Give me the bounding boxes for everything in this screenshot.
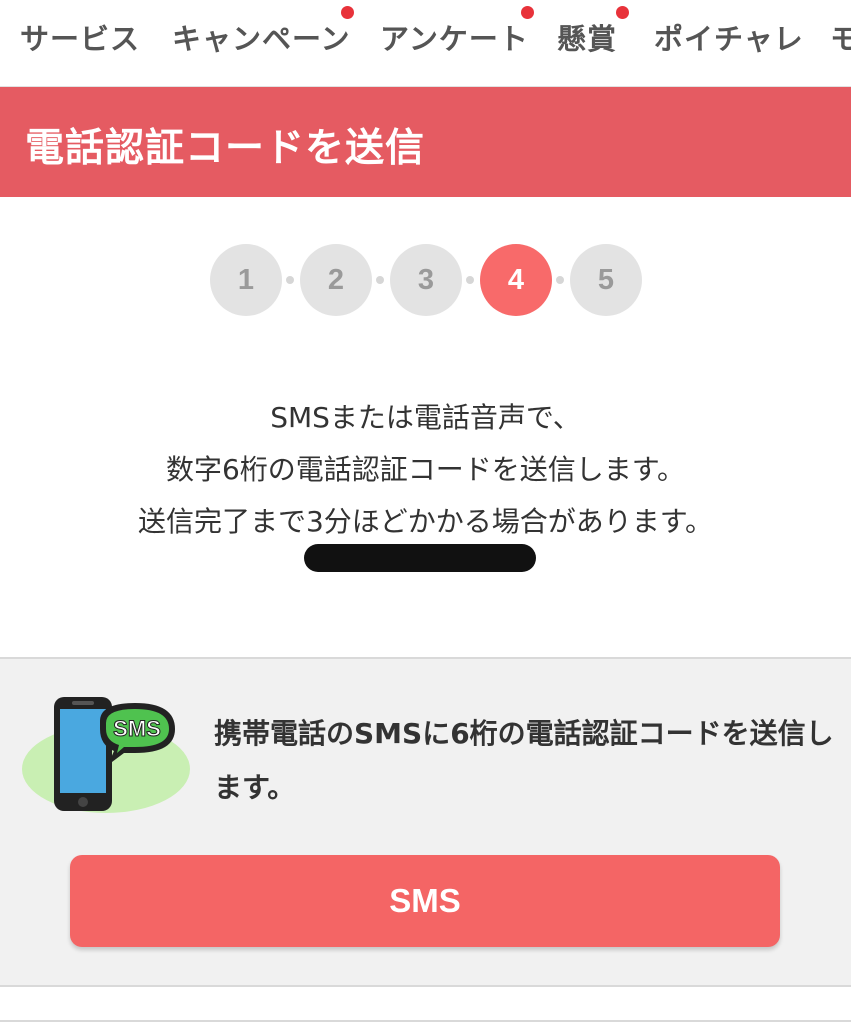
description: SMSまたは電話音声で、 数字6桁の電話認証コードを送信します。 送信完了まで3…: [0, 392, 851, 548]
redacted-phone-number: [304, 544, 536, 572]
sms-option-description: 携帯電話のSMSに6桁の電話認証コードを送信します。: [214, 717, 834, 804]
phone-sms-icon: SMS: [22, 697, 190, 813]
nav-badge-dot: [521, 6, 534, 19]
nav-item-survey[interactable]: アンケート: [380, 16, 529, 58]
page-title: 電話認証コードを送信: [25, 126, 426, 171]
step-4-current: 4: [480, 244, 552, 316]
step-5: 5: [570, 244, 642, 316]
page-header: 電話認証コードを送信: [0, 87, 851, 197]
step-separator: [376, 276, 384, 284]
description-line: SMSまたは電話音声で、: [270, 401, 581, 434]
top-nav: サービス キャンペーン アンケート 懸賞 ポイチャレ モ: [0, 0, 851, 87]
nav-item-service[interactable]: サービス: [20, 16, 140, 58]
step-separator: [556, 276, 564, 284]
nav-item-campaign[interactable]: キャンペーン: [172, 16, 351, 58]
nav-badge-dot: [341, 6, 354, 19]
step-separator: [286, 276, 294, 284]
sms-send-button[interactable]: SMS: [70, 855, 780, 947]
divider: [0, 1020, 851, 1022]
step-2: 2: [300, 244, 372, 316]
nav-item-poichalle[interactable]: ポイチャレ: [654, 16, 804, 58]
sms-badge-text: SMS: [113, 716, 161, 741]
step-3: 3: [390, 244, 462, 316]
description-line: 数字6桁の電話認証コードを送信します。: [165, 453, 686, 486]
step-separator: [466, 276, 474, 284]
nav-item-prize[interactable]: 懸賞: [557, 16, 617, 58]
description-line: 送信完了まで3分ほどかかる場合があります。: [137, 505, 714, 538]
nav-badge-dot: [616, 6, 629, 19]
step-indicator: 1 2 3 4 5: [0, 244, 851, 316]
nav-item-more[interactable]: モ: [830, 16, 851, 58]
step-1: 1: [210, 244, 282, 316]
sms-option-panel: SMS 携帯電話のSMSに6桁の電話認証コードを送信します。 SMS: [0, 657, 851, 987]
